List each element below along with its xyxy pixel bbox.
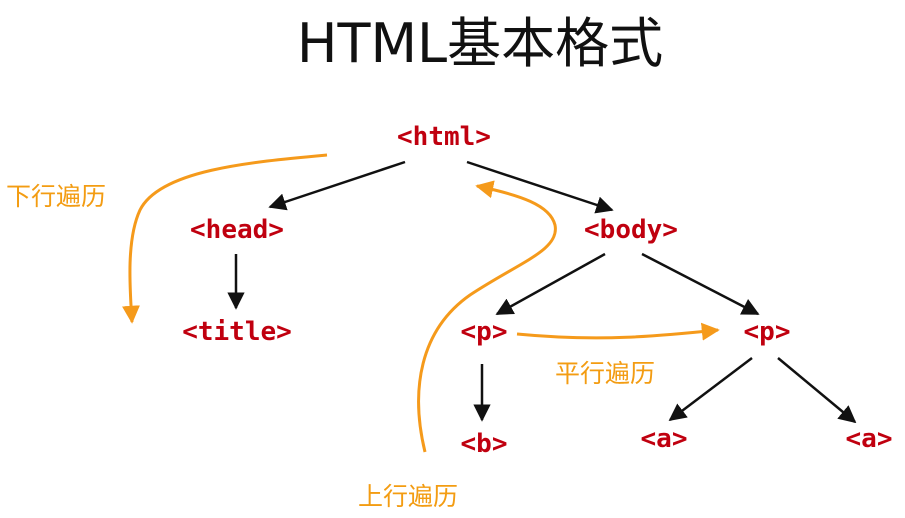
node-title: <title> [182, 317, 292, 347]
parallel-traversal-arrow [516, 322, 720, 341]
edge-html-body [466, 160, 614, 214]
html-tree-diagram: HTML基本格式 <html> <head> <body> <title> <p… [6, 12, 893, 511]
up-traversal-label: 上行遍历 [358, 482, 458, 511]
node-p-right: <p> [744, 317, 791, 347]
parallel-traversal-label: 平行遍历 [555, 359, 655, 388]
node-body: <body> [584, 215, 678, 245]
node-a-right: <a> [846, 424, 893, 454]
edge-p2-a1 [668, 357, 753, 422]
node-b: <b> [461, 429, 508, 459]
node-a-left: <a> [641, 424, 688, 454]
node-html: <html> [397, 122, 491, 152]
node-head: <head> [190, 215, 284, 245]
edge-body-p2 [641, 252, 760, 316]
edge-html-head [268, 160, 406, 211]
node-p-left: <p> [461, 317, 508, 347]
diagram-title: HTML基本格式 [297, 12, 663, 75]
edge-p2-a2 [777, 357, 857, 424]
down-traversal-label: 下行遍历 [6, 182, 106, 211]
edge-body-p1 [495, 252, 606, 316]
